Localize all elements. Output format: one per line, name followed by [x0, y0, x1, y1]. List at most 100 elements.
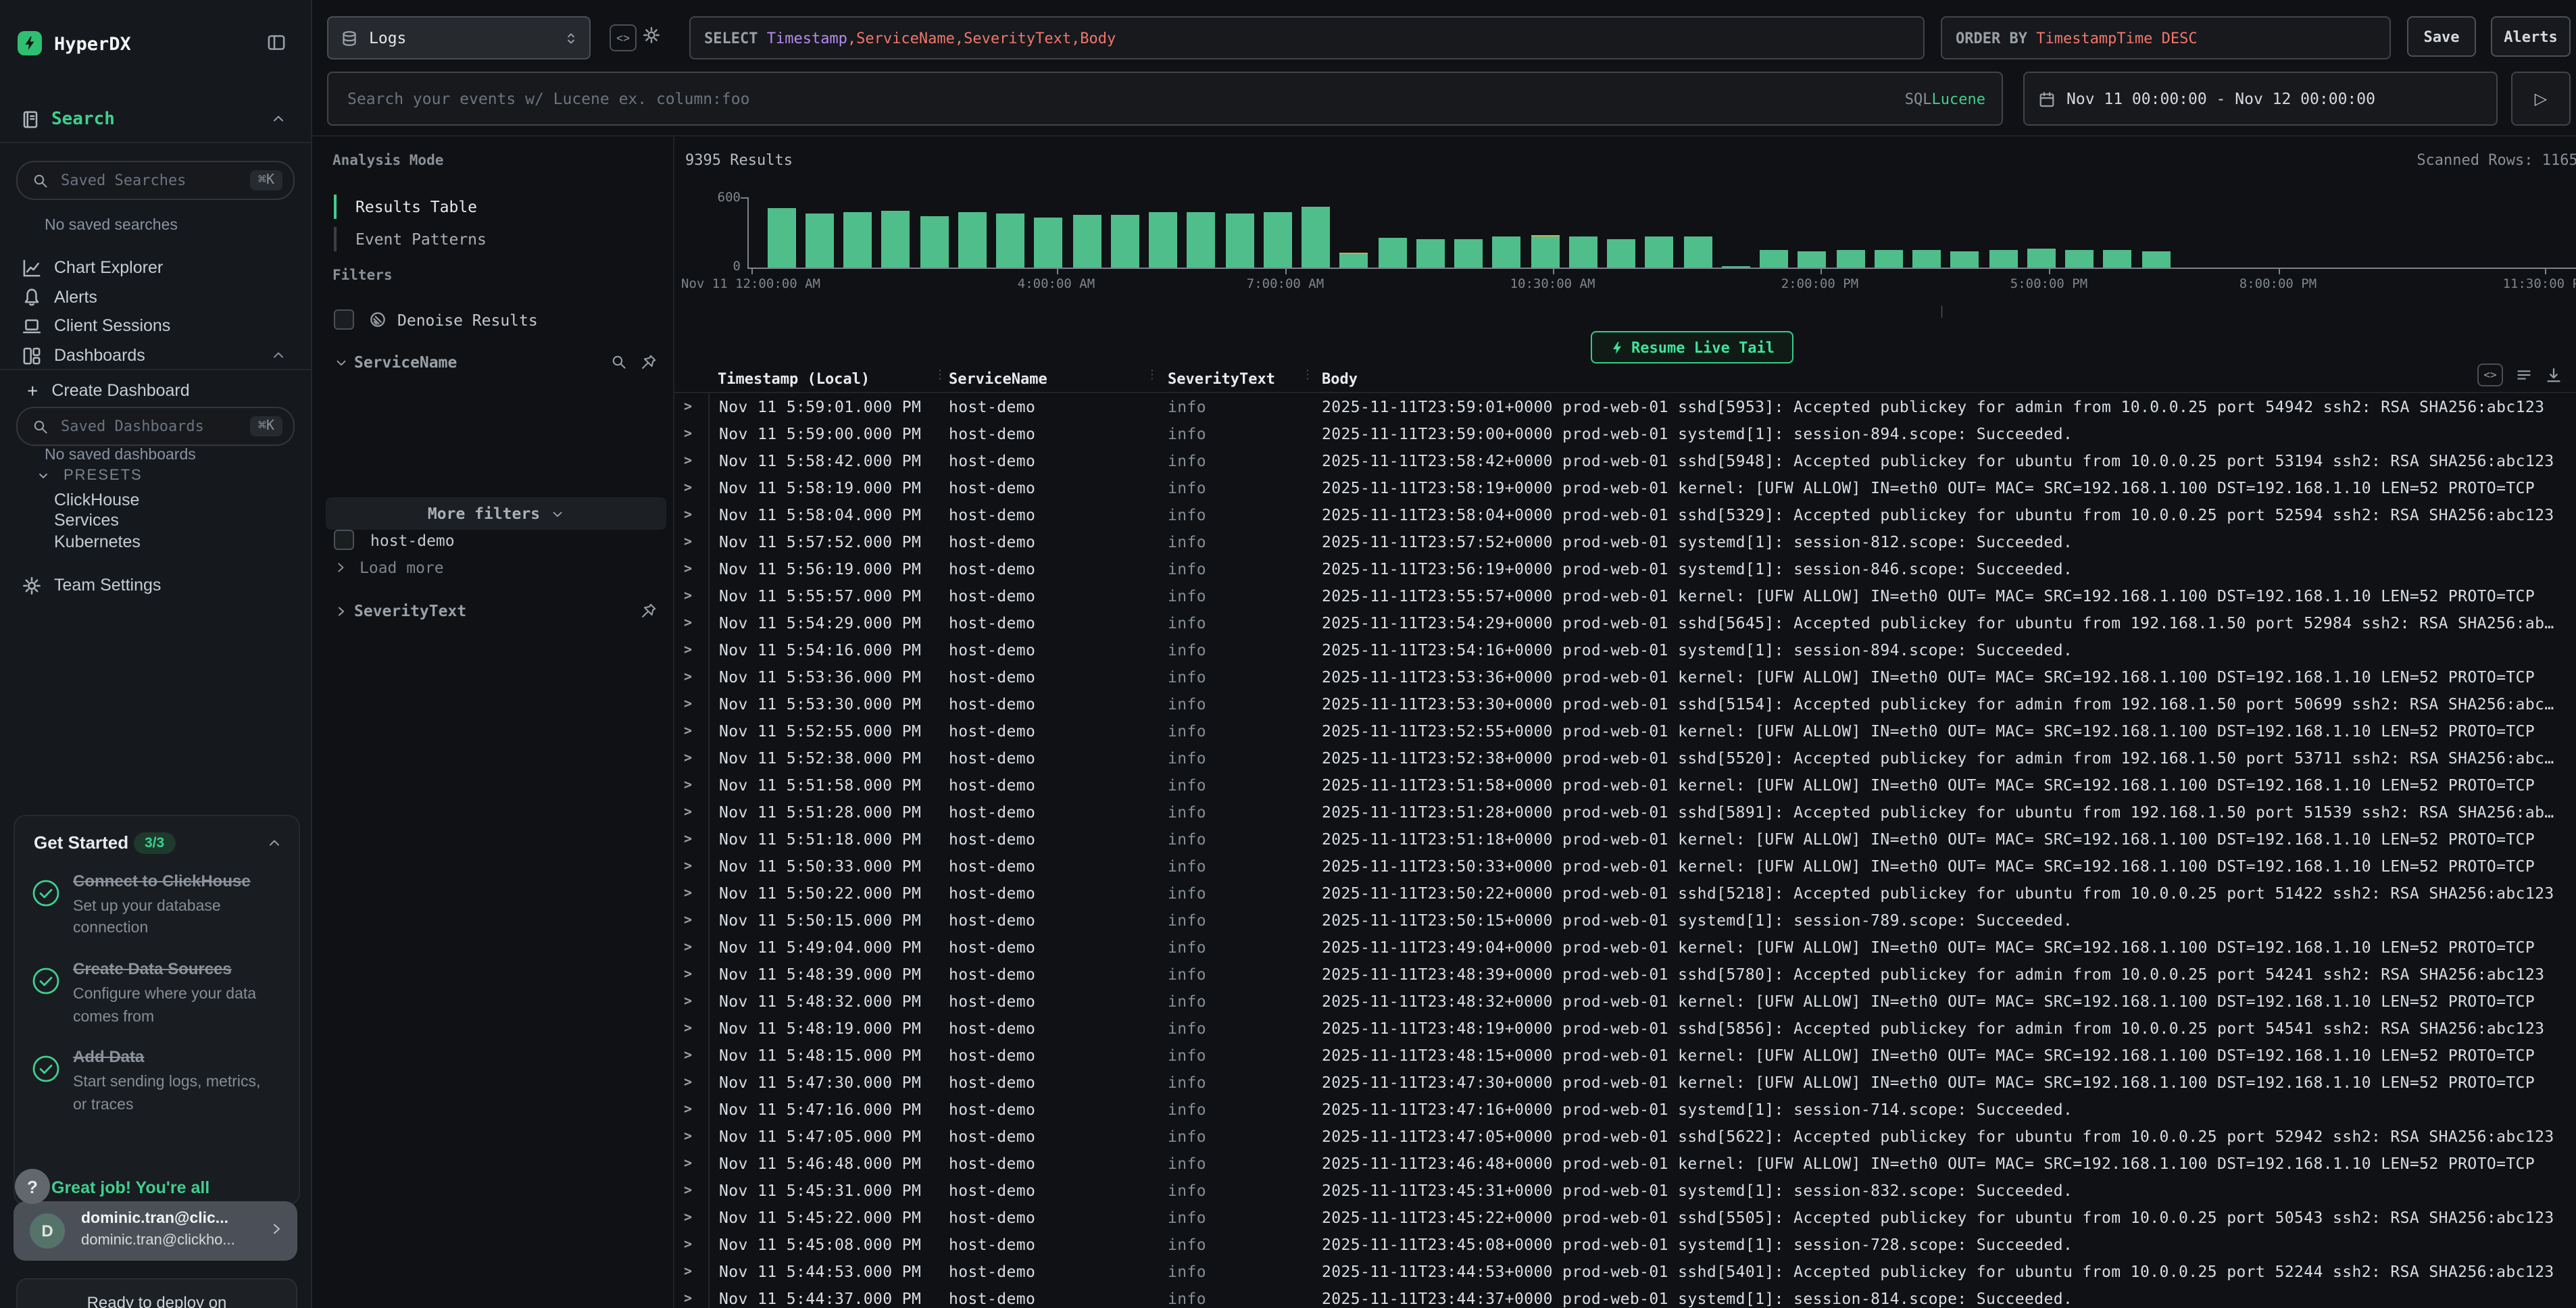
save-button[interactable]: Save	[2407, 16, 2476, 57]
table-row[interactable]: >Nov 11 5:47:16.000 PMhost-demoinfo2025-…	[673, 1096, 2576, 1123]
row-expand-chevron[interactable]: >	[673, 1291, 708, 1306]
deploy-banner[interactable]: Ready to deploy on	[16, 1278, 297, 1308]
help-button[interactable]: ?	[15, 1169, 50, 1204]
row-expand-chevron[interactable]: >	[673, 426, 708, 441]
load-more-button[interactable]: Load more	[334, 558, 657, 577]
histogram-bar[interactable]	[1111, 215, 1139, 268]
presets-toggle[interactable]: PRESETS	[0, 463, 311, 488]
saved-dashboards-input[interactable]	[58, 416, 212, 436]
histogram-bar[interactable]	[1416, 240, 1445, 268]
table-row[interactable]: >Nov 11 5:59:00.000 PMhost-demoinfo2025-…	[673, 420, 2576, 447]
column-resize-handle[interactable]: ⋮	[934, 369, 946, 382]
table-row[interactable]: >Nov 11 5:48:15.000 PMhost-demoinfo2025-…	[673, 1042, 2576, 1069]
alerts-button[interactable]: Alerts	[2491, 16, 2571, 57]
row-expand-chevron[interactable]: >	[673, 1048, 708, 1063]
histogram-bar[interactable]	[1683, 236, 1712, 268]
table-row[interactable]: >Nov 11 5:51:58.000 PMhost-demoinfo2025-…	[673, 772, 2576, 799]
histogram-bar[interactable]	[843, 211, 872, 268]
denoise-checkbox[interactable]	[334, 309, 354, 330]
sidebar-item-team-settings[interactable]: Team Settings	[0, 570, 311, 600]
get-started-item[interactable]: Connect to ClickHouseSet up your databas…	[31, 870, 285, 940]
lucene-mode-label[interactable]: Lucene	[1932, 90, 1986, 107]
table-row[interactable]: >Nov 11 5:58:04.000 PMhost-demoinfo2025-…	[673, 501, 2576, 528]
table-row[interactable]: >Nov 11 5:59:01.000 PMhost-demoinfo2025-…	[673, 393, 2576, 420]
row-expand-chevron[interactable]: >	[673, 1021, 708, 1036]
histogram-bar[interactable]	[1187, 211, 1216, 268]
chevron-up-icon[interactable]	[270, 111, 287, 127]
row-expand-chevron[interactable]: >	[673, 886, 708, 901]
get-started-item[interactable]: Add DataStart sending logs, metrics, or …	[31, 1047, 285, 1117]
row-expand-chevron[interactable]: >	[673, 588, 708, 603]
table-row[interactable]: >Nov 11 5:50:15.000 PMhost-demoinfo2025-…	[673, 907, 2576, 934]
row-expand-chevron[interactable]: >	[673, 940, 708, 955]
row-expand-chevron[interactable]: >	[673, 697, 708, 711]
histogram-bar[interactable]	[1875, 251, 1903, 268]
row-expand-chevron[interactable]: >	[673, 1210, 708, 1225]
row-expand-chevron[interactable]: >	[673, 913, 708, 928]
row-expand-chevron[interactable]: >	[673, 724, 708, 738]
table-row[interactable]: >Nov 11 5:45:31.000 PMhost-demoinfo2025-…	[673, 1177, 2576, 1204]
code-view-button[interactable]: <>	[610, 24, 637, 51]
saved-dashboards-search[interactable]: ⌘K	[16, 407, 295, 446]
histogram-bar[interactable]	[1951, 251, 1979, 268]
query-language-toggle[interactable]: SQL|Lucene	[1905, 90, 1985, 107]
histogram-bar[interactable]	[2104, 249, 2132, 268]
preset-dashboard-services[interactable]: Services	[54, 511, 119, 530]
row-expand-chevron[interactable]: >	[673, 832, 708, 847]
column-resize-handle[interactable]: ⋮	[1146, 369, 1158, 382]
histogram-bar-warn[interactable]	[1531, 236, 1559, 237]
filter-group-servicename[interactable]: ServiceName	[334, 353, 657, 372]
histogram-bar[interactable]	[1035, 217, 1063, 268]
row-expand-chevron[interactable]: >	[673, 1237, 708, 1252]
mode-results-table[interactable]: Results Table	[334, 195, 580, 219]
table-row[interactable]: >Nov 11 5:44:37.000 PMhost-demoinfo2025-…	[673, 1285, 2576, 1308]
time-range-picker[interactable]: Nov 11 00:00:00 - Nov 12 00:00:00	[2023, 72, 2498, 126]
table-row[interactable]: >Nov 11 5:51:18.000 PMhost-demoinfo2025-…	[673, 826, 2576, 853]
histogram-bar[interactable]	[1072, 215, 1101, 268]
histogram-bar[interactable]	[1149, 212, 1177, 268]
preset-dashboard-kubernetes[interactable]: Kubernetes	[54, 532, 141, 551]
histogram-bar[interactable]	[1454, 239, 1483, 268]
histogram-bar[interactable]	[920, 216, 948, 268]
histogram-bar[interactable]	[1493, 237, 1521, 268]
histogram-bar[interactable]	[1264, 213, 1292, 268]
row-expand-chevron[interactable]: >	[673, 967, 708, 982]
row-expand-chevron[interactable]: >	[673, 534, 708, 549]
histogram-bar[interactable]	[1798, 251, 1827, 268]
row-expand-chevron[interactable]: >	[673, 480, 708, 495]
histogram-bar[interactable]	[1569, 236, 1597, 268]
table-row[interactable]: >Nov 11 5:55:57.000 PMhost-demoinfo2025-…	[673, 582, 2576, 609]
table-row[interactable]: >Nov 11 5:52:55.000 PMhost-demoinfo2025-…	[673, 718, 2576, 745]
filter-group-severitytext[interactable]: SeverityText	[334, 601, 657, 620]
histogram-bar-warn[interactable]	[1340, 252, 1368, 253]
histogram-bar[interactable]	[1989, 250, 2017, 268]
histogram-bar[interactable]	[1302, 207, 1330, 268]
table-row[interactable]: >Nov 11 5:47:30.000 PMhost-demoinfo2025-…	[673, 1069, 2576, 1096]
column-header-servicename[interactable]: ServiceName	[946, 370, 1165, 388]
row-expand-chevron[interactable]: >	[673, 994, 708, 1009]
table-row[interactable]: >Nov 11 5:48:19.000 PMhost-demoinfo2025-…	[673, 1015, 2576, 1042]
histogram-bar[interactable]	[1760, 250, 1788, 268]
table-row[interactable]: >Nov 11 5:51:28.000 PMhost-demoinfo2025-…	[673, 799, 2576, 826]
histogram-bar[interactable]	[882, 211, 910, 268]
sidebar-item-alerts[interactable]: Alerts	[0, 282, 311, 311]
gear-icon[interactable]	[642, 26, 661, 45]
histogram-bar[interactable]	[1836, 250, 1864, 268]
row-expand-chevron[interactable]: >	[673, 1129, 708, 1144]
run-query-button[interactable]: ▷	[2511, 72, 2571, 126]
table-row[interactable]: >Nov 11 5:54:29.000 PMhost-demoinfo2025-…	[673, 609, 2576, 636]
filter-value-host-demo[interactable]: host-demo	[334, 530, 657, 550]
table-row[interactable]: >Nov 11 5:58:19.000 PMhost-demoinfo2025-…	[673, 474, 2576, 501]
saved-searches-search[interactable]: ⌘K	[16, 161, 295, 200]
sidebar-item-dashboards[interactable]: Dashboards	[0, 341, 311, 370]
row-expand-chevron[interactable]: >	[673, 805, 708, 820]
row-expand-chevron[interactable]: >	[673, 859, 708, 874]
table-row[interactable]: >Nov 11 5:58:42.000 PMhost-demoinfo2025-…	[673, 447, 2576, 474]
event-search-bar[interactable]: SQL|Lucene	[327, 72, 2003, 126]
histogram-bar[interactable]	[1912, 250, 1941, 268]
row-expand-chevron[interactable]: >	[673, 1102, 708, 1117]
table-row[interactable]: >Nov 11 5:57:52.000 PMhost-demoinfo2025-…	[673, 528, 2576, 555]
table-row[interactable]: >Nov 11 5:50:22.000 PMhost-demoinfo2025-…	[673, 880, 2576, 907]
table-row[interactable]: >Nov 11 5:46:48.000 PMhost-demoinfo2025-…	[673, 1150, 2576, 1177]
histogram-bar[interactable]	[806, 213, 834, 268]
